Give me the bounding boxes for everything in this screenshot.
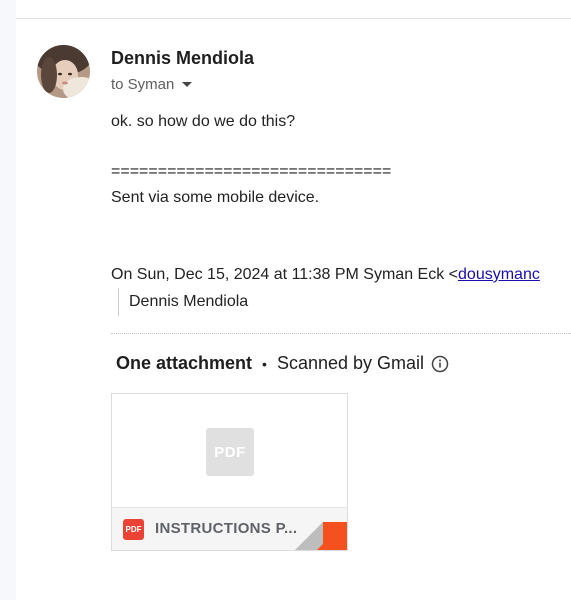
signature-separator: ============================== <box>111 163 392 180</box>
message-body-line: ok. so how do we do this? <box>111 113 296 130</box>
attachments-separator: • <box>262 355 267 372</box>
signature-text: Sent via some mobile device. <box>111 189 320 206</box>
pdf-thumbnail-icon: PDF <box>206 428 254 476</box>
attachment-card[interactable]: PDF PDF INSTRUCTIONS P... <box>111 393 348 551</box>
attachments-title: One attachment <box>116 353 253 373</box>
scanned-by-gmail-text: Scanned by Gmail <box>276 353 425 373</box>
quoted-text: Dennis Mendiola <box>129 293 249 310</box>
pdf-badge-label: PDF <box>125 525 142 534</box>
sender-avatar[interactable] <box>37 45 90 98</box>
recipient-details-toggle[interactable]: to Syman <box>111 76 193 93</box>
attachments-divider <box>111 333 571 334</box>
info-circle-icon[interactable] <box>431 355 449 373</box>
quote-header: On Sun, Dec 15, 2024 at 11:38 PM Syman E… <box>111 266 540 284</box>
quote-header-text: On Sun, Dec 15, 2024 at 11:38 PM Syman E… <box>111 266 459 283</box>
recipient-text: to Syman <box>111 76 175 93</box>
quoted-block: Dennis Mendiola <box>118 288 248 316</box>
pdf-icon: PDF <box>123 519 144 540</box>
attachments-header: One attachment • Scanned by Gmail <box>116 353 449 374</box>
left-rail <box>0 0 16 600</box>
top-divider <box>16 18 571 19</box>
avatar-photo <box>37 45 90 98</box>
sender-name[interactable]: Dennis Mendiola <box>111 48 254 69</box>
quote-email-link[interactable]: dousymanc <box>458 266 540 283</box>
attachment-filename: INSTRUCTIONS P... <box>155 520 298 537</box>
pdf-thumbnail-label: PDF <box>214 443 246 461</box>
page-fold-icon <box>295 522 347 550</box>
chevron-down-icon <box>182 82 193 87</box>
